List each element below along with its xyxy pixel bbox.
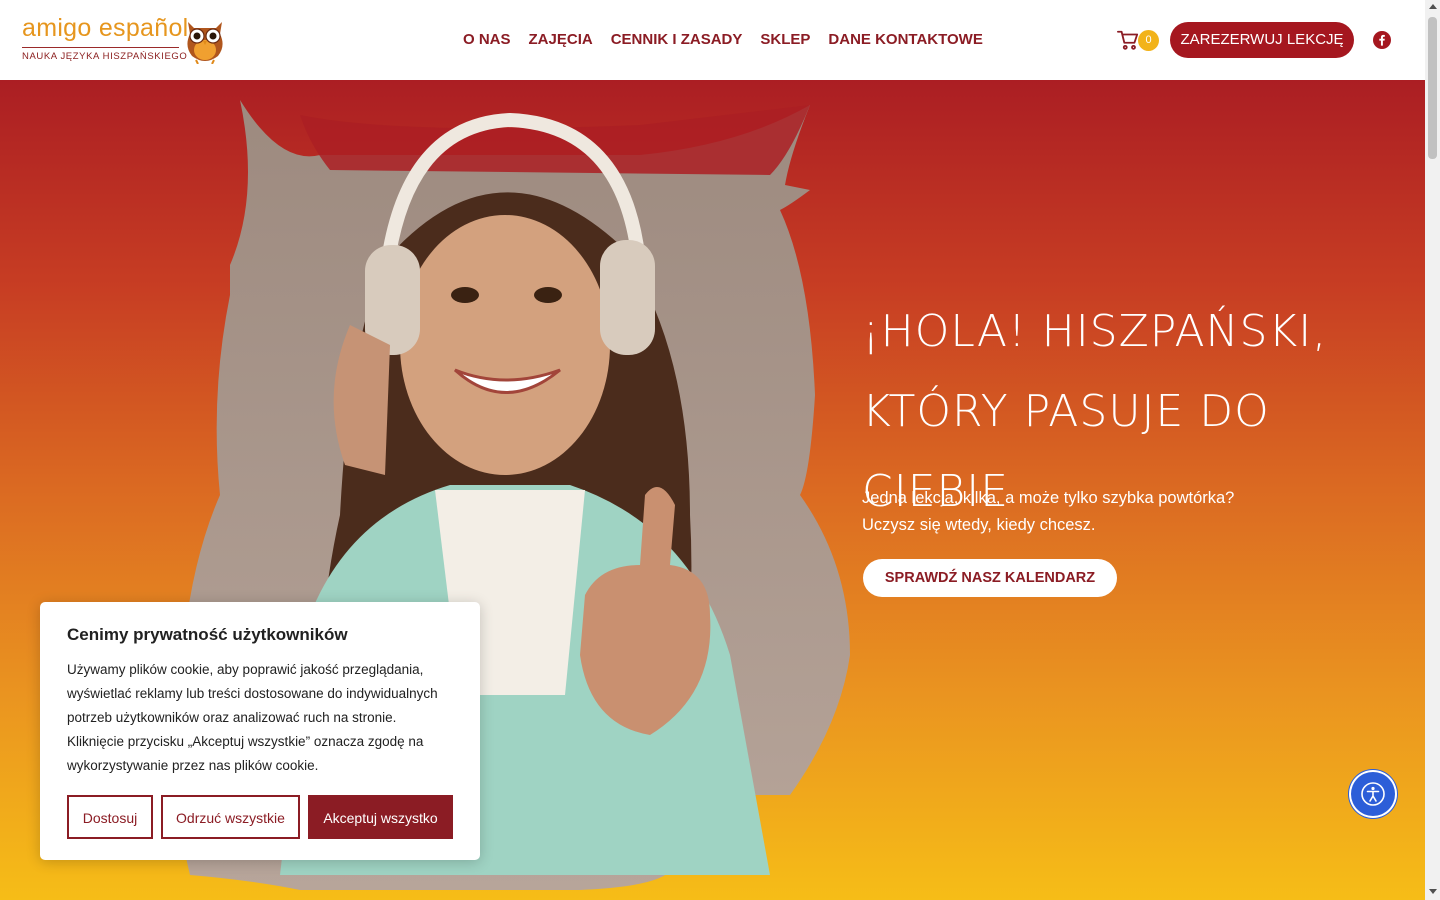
hero-subtitle-line-1: Jedna lekcja, kilka, a może tylko szybka… — [862, 489, 1235, 507]
cookie-text-line: Używamy plików cookie, aby poprawić jako… — [67, 662, 424, 677]
cookie-text-line: Kliknięcie przycisku „Akceptuj wszystkie… — [67, 734, 424, 749]
nav-item-kontakt[interactable]: DANE KONTAKTOWE — [828, 31, 982, 48]
nav-item-cennik[interactable]: CENNIK I ZASADY — [611, 31, 743, 48]
facebook-icon[interactable] — [1373, 31, 1391, 49]
owl-logo-icon — [187, 22, 223, 64]
logo[interactable]: amigo español NAUKA JĘZYKA HISZPAŃSKIEGO — [22, 14, 227, 66]
logo-subtitle: NAUKA JĘZYKA HISZPAŃSKIEGO — [22, 51, 188, 62]
main-nav: O NAS ZAJĘCIA CENNIK I ZASADY SKLEP DANE… — [463, 31, 983, 48]
cookie-reject-button[interactable]: Odrzuć wszystkie — [161, 795, 300, 839]
logo-divider — [22, 47, 179, 48]
logo-text: amigo español — [22, 14, 189, 42]
cookie-customize-button[interactable]: Dostosuj — [67, 795, 153, 839]
cookie-accept-button[interactable]: Akceptuj wszystko — [308, 795, 453, 839]
cookie-text-line: wykorzystywanie przez nas plików cookie. — [67, 758, 319, 773]
cart-count-badge: 0 — [1138, 30, 1159, 51]
cookie-text: Używamy plików cookie, aby poprawić jako… — [67, 658, 467, 778]
cookie-title: Cenimy prywatność użytkowników — [67, 625, 348, 644]
hero-subtitle-line-2: Uczysz się wtedy, kiedy chcesz. — [862, 516, 1096, 534]
cart-icon[interactable] — [1117, 29, 1139, 51]
book-lesson-button[interactable]: ZAREZERWUJ LEKCJĘ — [1170, 22, 1354, 58]
hero-subtitle: Jedna lekcja, kilka, a może tylko szybka… — [862, 485, 1282, 539]
scroll-down-arrow-icon[interactable] — [1429, 889, 1437, 894]
accessibility-button[interactable] — [1351, 772, 1395, 816]
hero-title-line-1: ¡HOLA! HISZPAŃSKI, — [862, 306, 1328, 357]
page-scrollbar[interactable] — [1425, 0, 1440, 900]
nav-item-sklep[interactable]: SKLEP — [760, 31, 810, 48]
cookie-consent-dialog: Cenimy prywatność użytkowników Używamy p… — [40, 602, 480, 860]
nav-item-zajecia[interactable]: ZAJĘCIA — [529, 31, 593, 48]
site-header: amigo español NAUKA JĘZYKA HISZPAŃSKIEGO… — [0, 0, 1425, 80]
scroll-thumb[interactable] — [1428, 17, 1437, 159]
check-calendar-button[interactable]: SPRAWDŹ NASZ KALENDARZ — [863, 559, 1117, 597]
scroll-up-arrow-icon[interactable] — [1429, 4, 1437, 9]
nav-item-o-nas[interactable]: O NAS — [463, 31, 511, 48]
accessibility-icon — [1361, 782, 1385, 806]
cookie-text-line: wyświetlać reklamy lub treści dostosowan… — [67, 686, 438, 701]
cookie-text-line: potrzeb użytkowników oraz analizować ruc… — [67, 710, 397, 725]
